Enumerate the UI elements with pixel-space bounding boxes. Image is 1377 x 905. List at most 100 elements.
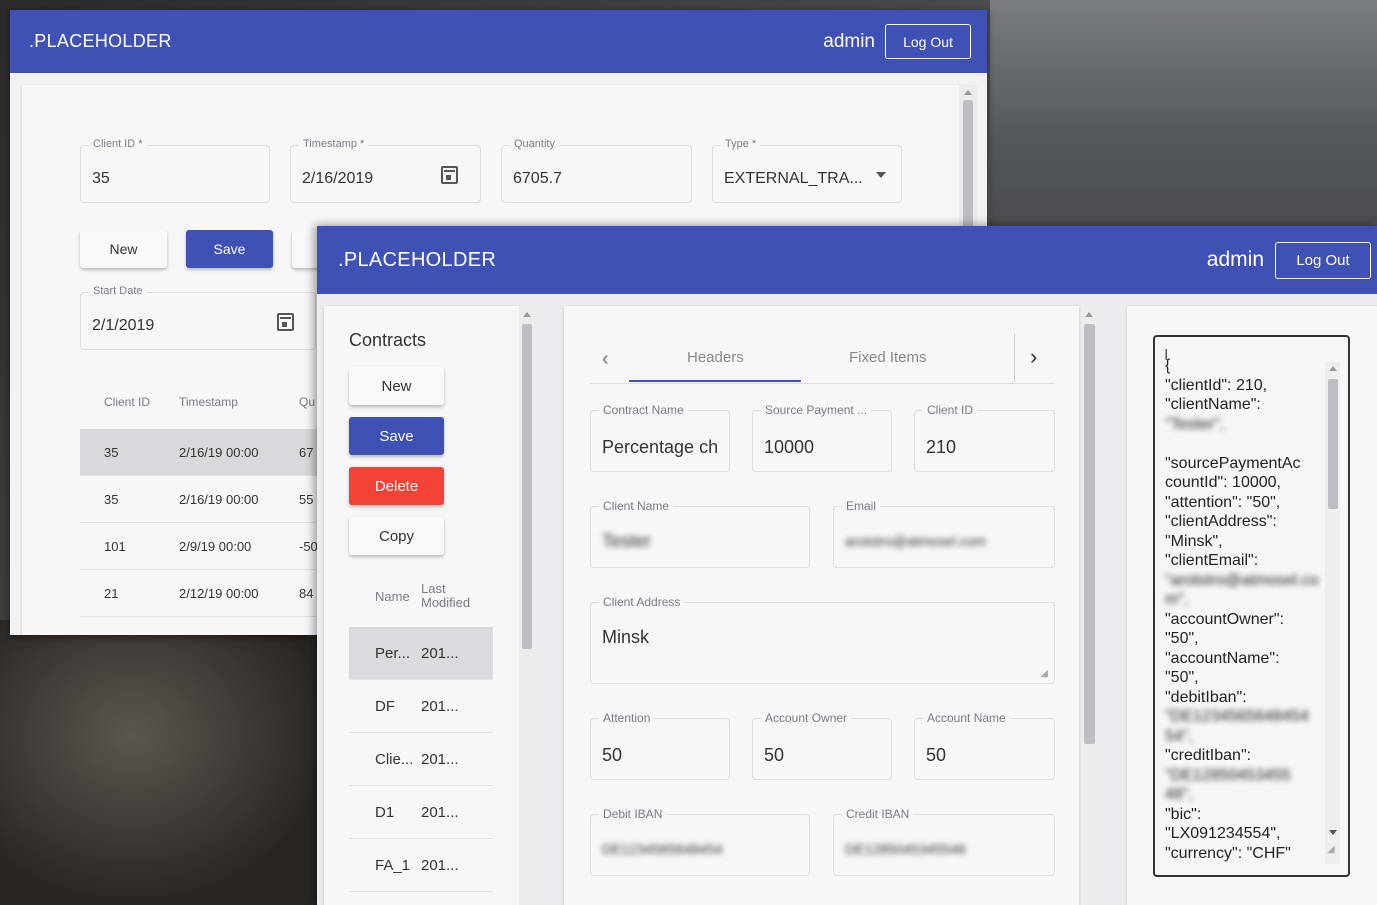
- scroll-down-icon[interactable]: [1329, 830, 1337, 835]
- json-line: "Tester",: [1165, 415, 1225, 433]
- column-header[interactable]: Qu: [299, 395, 315, 409]
- column-header-name[interactable]: Name: [375, 589, 410, 604]
- json-line: "clientAddress":: [1165, 513, 1277, 530]
- json-line: 48",: [1165, 786, 1193, 803]
- user-name: admin: [823, 30, 875, 52]
- quantity-field[interactable]: Quantity 6705.7: [501, 138, 692, 203]
- client-address-field[interactable]: Client Address Minsk ◢: [590, 595, 1055, 684]
- contract-row[interactable]: Clie... 201...: [349, 733, 493, 786]
- resize-handle-icon[interactable]: ◢: [1327, 844, 1335, 855]
- json-textarea[interactable]: I { "clientId": 210, "clientName": "Teste…: [1153, 335, 1350, 877]
- delete-contract-button[interactable]: Delete: [349, 467, 444, 505]
- table-row[interactable]: 35 2/16/19 00:00 67: [80, 429, 320, 476]
- form-scrollbar[interactable]: [1081, 306, 1098, 905]
- background-blur: [990, 0, 1377, 230]
- json-line: "DE12850453455: [1165, 766, 1291, 784]
- brand-title: .PLACEHOLDER: [338, 248, 497, 271]
- json-scrollbar[interactable]: ◢: [1325, 362, 1340, 864]
- scroll-up-icon[interactable]: [1329, 366, 1337, 371]
- chevron-left-icon[interactable]: ‹: [602, 348, 609, 371]
- tab-headers[interactable]: Headers: [687, 349, 744, 366]
- client-id-field[interactable]: Client ID 210: [914, 403, 1055, 472]
- save-button[interactable]: Save: [186, 230, 273, 268]
- json-line: "Minsk",: [1165, 532, 1223, 550]
- contract-row[interactable]: Per... 201...: [349, 627, 493, 680]
- chevron-down-icon: [876, 172, 886, 178]
- tab-indicator: [629, 380, 801, 382]
- json-line: "currency": "CHF": [1165, 844, 1291, 862]
- account-owner-field[interactable]: Account Owner 50: [752, 711, 892, 780]
- client-name-field[interactable]: Client Name Tester: [590, 499, 810, 568]
- contract-row[interactable]: DF 201...: [349, 680, 493, 733]
- json-line: "accountName":: [1165, 649, 1280, 667]
- json-line: "debitIban":: [1165, 688, 1247, 706]
- start-date-field[interactable]: Start Date 2/1/2019: [80, 285, 316, 350]
- json-line: "creditIban":: [1165, 747, 1252, 764]
- json-line: "attention": "50",: [1165, 493, 1281, 511]
- credit-iban-field[interactable]: Credit IBAN DE1285045345548: [833, 807, 1055, 876]
- user-name: admin: [1206, 248, 1264, 271]
- scrollbar-thumb[interactable]: [522, 324, 532, 649]
- column-header[interactable]: Client ID: [104, 395, 150, 409]
- new-button[interactable]: New: [80, 230, 167, 268]
- contract-form-card: ‹ Headers Fixed Items › Contract Name Pe…: [564, 306, 1079, 905]
- logout-button[interactable]: Log Out: [1275, 241, 1371, 279]
- brand-title: .PLACEHOLDER: [29, 31, 172, 51]
- table-row[interactable]: 21 2/12/19 00:00 84: [80, 570, 320, 617]
- contracts-title: Contracts: [349, 330, 427, 350]
- source-payment-field[interactable]: Source Payment ... 10000: [752, 403, 892, 472]
- scrollbar-thumb[interactable]: [1328, 379, 1338, 509]
- resize-handle-icon[interactable]: ◢: [1040, 668, 1048, 679]
- contract-row[interactable]: FA_1 201...: [349, 839, 493, 892]
- scroll-up-icon[interactable]: [523, 312, 531, 317]
- save-contract-button[interactable]: Save: [349, 417, 444, 455]
- json-line: "sourcePaymentAc: [1165, 454, 1301, 472]
- contract-row[interactable]: D1 201...: [349, 786, 493, 839]
- json-line: "arotstro@atmosel.co: [1165, 571, 1319, 589]
- tab-fixed-items[interactable]: Fixed Items: [849, 349, 927, 366]
- json-line: "LX091234554",: [1165, 825, 1281, 842]
- json-line: "DE1234565648454: [1165, 708, 1309, 725]
- json-line: "clientEmail":: [1165, 552, 1259, 569]
- json-line: "clientId": 210,: [1165, 376, 1268, 394]
- tab-divider: [1014, 334, 1015, 382]
- contracts-panel: Contracts New Save Delete Copy Name Last…: [324, 306, 519, 905]
- column-header[interactable]: Timestamp: [179, 395, 238, 409]
- attention-field[interactable]: Attention 50: [590, 711, 730, 780]
- json-line: "50",: [1165, 630, 1199, 647]
- json-line: "clientName":: [1165, 396, 1261, 413]
- scrollbar-thumb[interactable]: [963, 100, 973, 240]
- app-bar: .PLACEHOLDER admin Log Out: [317, 226, 1377, 294]
- type-select[interactable]: Type * EXTERNAL_TRA...: [712, 138, 902, 203]
- json-line: {: [1165, 357, 1171, 374]
- scroll-up-icon[interactable]: [964, 90, 972, 95]
- scroll-up-icon[interactable]: [1085, 312, 1093, 317]
- json-line: countId": 10000,: [1165, 474, 1281, 491]
- copy-contract-button[interactable]: Copy: [349, 517, 444, 555]
- client-id-field[interactable]: Client ID * 35: [80, 138, 270, 203]
- column-header-last-modified[interactable]: Last Modified: [421, 582, 470, 610]
- calendar-icon[interactable]: [441, 166, 458, 184]
- app-bar: .PLACEHOLDER admin Log Out: [10, 10, 987, 73]
- new-contract-button[interactable]: New: [349, 367, 444, 405]
- calendar-icon[interactable]: [277, 313, 294, 331]
- front-window: .PLACEHOLDER admin Log Out Contracts New…: [317, 226, 1377, 905]
- json-line: "50",: [1165, 669, 1199, 686]
- timestamp-field[interactable]: Timestamp * 2/16/2019: [290, 138, 481, 203]
- email-field[interactable]: Email arotstro@atmosel.com: [833, 499, 1055, 568]
- contract-name-field[interactable]: Contract Name Percentage chi: [590, 403, 730, 472]
- contracts-scrollbar[interactable]: [519, 306, 535, 905]
- table-row[interactable]: 101 2/9/19 00:00 -50: [80, 523, 320, 570]
- json-line: m",: [1165, 591, 1189, 608]
- logout-button[interactable]: Log Out: [885, 24, 971, 59]
- chevron-right-icon[interactable]: ›: [1030, 344, 1037, 370]
- json-line: 54",: [1165, 727, 1193, 745]
- debit-iban-field[interactable]: Debit IBAN DE1234565648454: [590, 807, 810, 876]
- account-name-field[interactable]: Account Name 50: [914, 711, 1055, 780]
- table-row[interactable]: 35 2/16/19 00:00 55: [80, 476, 320, 523]
- json-line: "accountOwner":: [1165, 610, 1284, 628]
- scrollbar-thumb[interactable]: [1084, 324, 1095, 744]
- json-line: "bic":: [1165, 805, 1202, 823]
- tab-underline: [590, 383, 1055, 384]
- background-blur: [0, 620, 330, 905]
